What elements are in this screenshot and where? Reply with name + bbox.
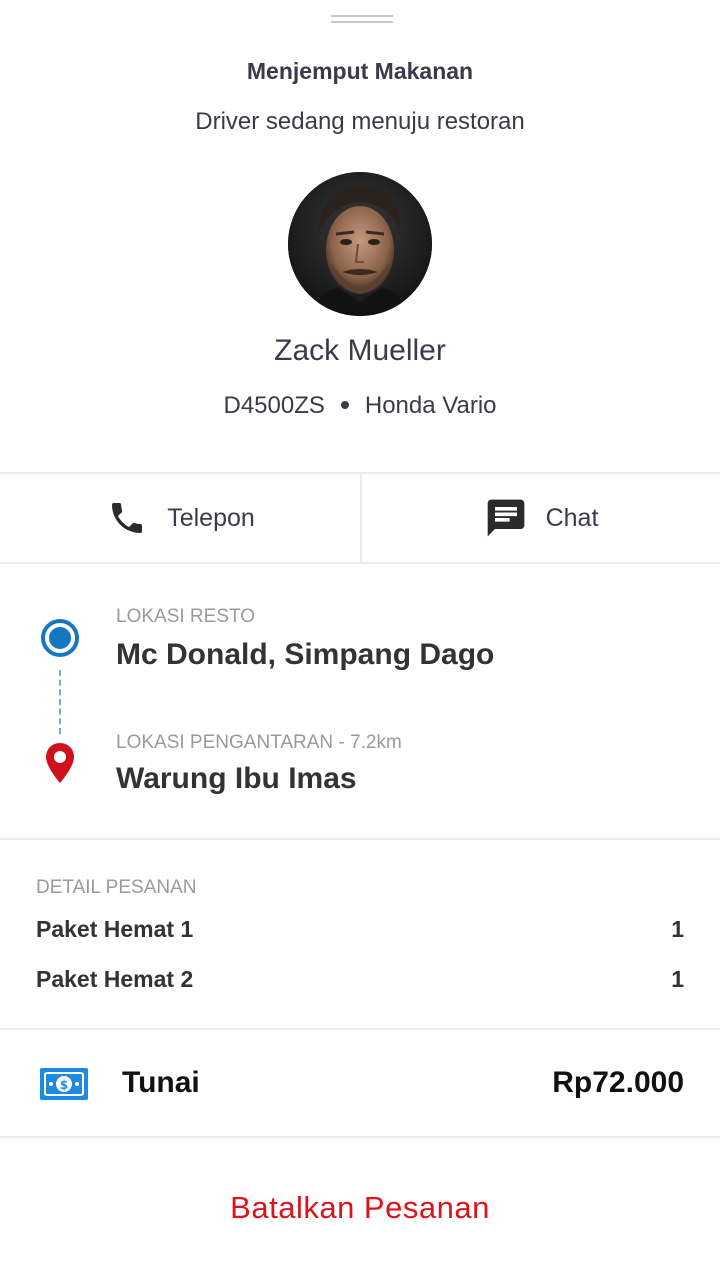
payment-summary: $ Tunai Rp72.000 — [0, 1030, 720, 1136]
origin-label: LOKASI RESTO — [116, 606, 256, 627]
divider — [0, 1136, 720, 1138]
cash-icon: $ — [40, 1068, 88, 1100]
order-item: Paket Hemat 2 1 — [36, 966, 684, 993]
license-plate: D4500ZS — [223, 392, 325, 419]
chat-bubble-icon — [484, 496, 528, 540]
contact-actions: Telepon Chat — [0, 474, 720, 562]
drag-handle[interactable] — [331, 15, 393, 23]
order-details: DETAIL PESANAN Paket Hemat 1 1 Paket Hem… — [0, 840, 720, 1028]
driver-avatar — [288, 172, 432, 316]
destination-label: LOKASI PENGANTARAN - 7.2km — [116, 732, 402, 753]
payment-method: Tunai — [122, 1066, 200, 1099]
call-button[interactable]: Telepon — [0, 474, 360, 562]
payment-amount: Rp72.000 — [552, 1066, 684, 1099]
vehicle-info: D4500ZS Honda Vario — [0, 392, 720, 420]
route-connector — [59, 670, 61, 734]
vehicle-model: Honda Vario — [364, 392, 497, 419]
order-details-label: DETAIL PESANAN — [36, 877, 197, 898]
svg-text:$: $ — [60, 1078, 68, 1092]
chat-button[interactable]: Chat — [360, 474, 720, 562]
order-item: Paket Hemat 1 1 — [36, 916, 684, 943]
order-status-sheet: Menjemput Makanan Driver sedang menuju r… — [0, 0, 720, 1280]
destination-address: Warung Ibu Imas — [116, 762, 357, 795]
order-item-name: Paket Hemat 2 — [36, 966, 194, 992]
origin-address: Mc Donald, Simpang Dago — [116, 638, 495, 671]
status-subtitle: Driver sedang menuju restoran — [195, 108, 525, 135]
order-item-name: Paket Hemat 1 — [36, 916, 194, 942]
origin-marker-icon — [41, 619, 79, 657]
driver-name: Zack Mueller — [274, 334, 446, 367]
order-item-qty: 1 — [671, 916, 684, 942]
status-title: Menjemput Makanan — [246, 58, 474, 84]
chat-label: Chat — [545, 503, 599, 532]
destination-pin-icon — [46, 743, 74, 783]
order-item-qty: 1 — [671, 966, 684, 992]
cancel-order-button[interactable]: Batalkan Pesanan — [0, 1190, 720, 1226]
route-section: LOKASI RESTO Mc Donald, Simpang Dago LOK… — [0, 564, 720, 838]
call-label: Telepon — [167, 503, 255, 532]
separator-dot — [340, 400, 349, 409]
phone-icon — [105, 496, 149, 540]
